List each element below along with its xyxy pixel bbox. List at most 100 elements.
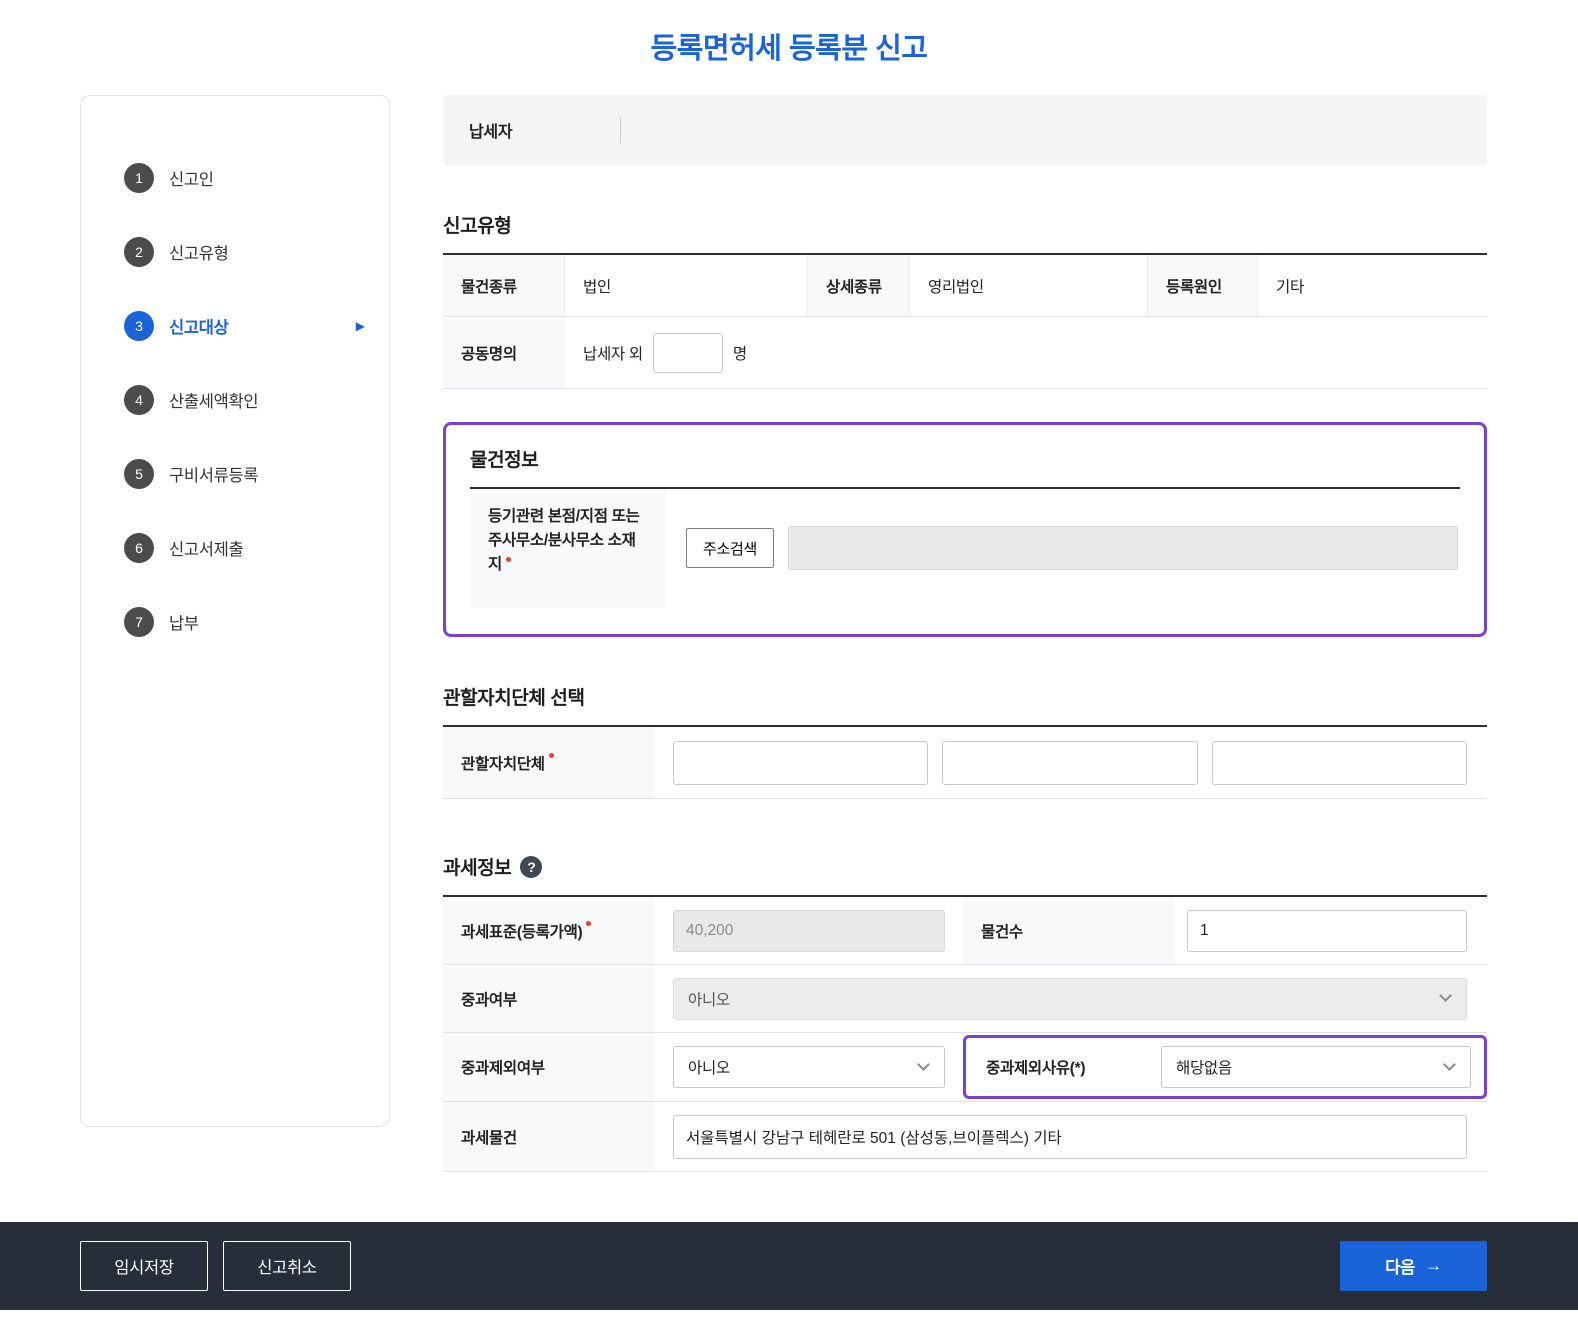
tax-info-table: 과세표준(등록가액) 물건수 중과여부 아니오 — [443, 895, 1487, 1172]
help-icon[interactable]: ? — [520, 855, 543, 878]
report-type-section-title: 신고유형 — [443, 216, 512, 237]
property-info-section-title: 물건정보 — [470, 450, 539, 471]
step-number-icon: 4 — [124, 385, 154, 415]
tax-base-label: 과세표준(등록가액) — [443, 897, 655, 964]
surtax-exclusion-select[interactable]: 아니오 — [673, 1046, 945, 1088]
step-label: 구비서류등록 — [169, 467, 259, 485]
taxable-object-field — [655, 1102, 1487, 1171]
taxpayer-bar: 납세자 — [443, 95, 1487, 165]
chevron-down-icon — [1439, 989, 1452, 1002]
joint-prefix: 납세자 외 — [583, 345, 643, 363]
address-input — [788, 526, 1458, 570]
registration-cause-label: 등록원인 — [1148, 255, 1258, 316]
district-input-3[interactable] — [1211, 740, 1467, 785]
table-row: 과세물건 — [443, 1102, 1487, 1172]
step-number-icon: 7 — [124, 607, 154, 637]
joint-suffix: 명 — [732, 345, 747, 363]
object-count-label: 물건수 — [963, 897, 1175, 964]
tax-base-label-text: 과세표준(등록가액) — [461, 923, 583, 941]
bottom-action-bar: 임시저장 신고취소 다음 → — [0, 1222, 1578, 1310]
step-label: 신고대상 — [169, 319, 229, 337]
district-input-1[interactable] — [673, 740, 929, 785]
detail-kind-value: 영리법인 — [910, 255, 1148, 316]
required-marker — [586, 921, 592, 926]
surtax-field: 아니오 — [655, 965, 1487, 1032]
stepper-item-6[interactable]: 6 신고서제출 — [81, 511, 389, 585]
step-label: 신고유형 — [169, 245, 229, 263]
tax-base-input — [673, 909, 945, 952]
stepper-item-7[interactable]: 7 납부 — [81, 585, 389, 659]
step-number-icon: 3 — [124, 311, 154, 341]
step-number-icon: 5 — [124, 459, 154, 489]
exclusion-reason-select-value: 해당없음 — [1176, 1060, 1232, 1077]
district-fields — [655, 727, 1487, 798]
stepper-item-3-active[interactable]: 3 신고대상 ▶ — [81, 289, 389, 363]
chevron-down-icon — [1443, 1057, 1456, 1071]
cancel-report-button[interactable]: 신고취소 — [223, 1241, 351, 1291]
content: 1 신고인 2 신고유형 3 신고대상 ▶ 4 산출세액확인 5 구비서류등록 … — [0, 95, 1578, 1222]
exclusion-reason-group: 중과제외사유(*) 해당없음 — [963, 1035, 1487, 1099]
stepper-item-1[interactable]: 1 신고인 — [81, 141, 389, 215]
page-title: 등록면허세 등록분 신고 — [650, 33, 928, 65]
next-button[interactable]: 다음 → — [1340, 1241, 1487, 1291]
surtax-label: 중과여부 — [443, 965, 655, 1032]
district-input-2[interactable] — [942, 740, 1198, 785]
property-info-highlight-box: 물건정보 등기관련 본점/지점 또는 주사무소/분사무소 소재지 주소검색 — [443, 422, 1487, 637]
tax-info-title-text: 과세정보 — [443, 858, 512, 879]
taxpayer-label: 납세자 — [469, 124, 513, 141]
step-number-icon: 2 — [124, 237, 154, 267]
taxable-object-label: 과세물건 — [443, 1102, 655, 1171]
stepper: 1 신고인 2 신고유형 3 신고대상 ▶ 4 산출세액확인 5 구비서류등록 … — [80, 95, 390, 1127]
registered-address-label: 등기관련 본점/지점 또는 주사무소/분사무소 소재지 — [470, 489, 666, 607]
table-row: 물건종류 법인 상세종류 영리법인 등록원인 기타 — [443, 255, 1487, 317]
taxable-object-input[interactable] — [673, 1114, 1467, 1159]
table-row: 중과여부 아니오 — [443, 965, 1487, 1033]
registered-address-field: 주소검색 — [666, 489, 1460, 607]
surtax-exclusion-field: 아니오 — [655, 1033, 963, 1101]
district-table: 관할자치단체 — [443, 725, 1487, 799]
main-form: 납세자 신고유형 물건종류 법인 상세종류 영리법인 등록원인 기타 공동명의 — [443, 95, 1487, 1222]
district-section-title: 관할자치단체 선택 — [443, 688, 585, 709]
required-marker — [505, 557, 511, 563]
table-row: 등기관련 본점/지점 또는 주사무소/분사무소 소재지 주소검색 — [470, 489, 1460, 607]
surtax-select-value: 아니오 — [688, 991, 730, 1009]
exclusion-reason-highlight-box: 중과제외사유(*) 해당없음 — [963, 1033, 1487, 1101]
joint-count-input[interactable] — [652, 332, 723, 373]
next-button-label: 다음 — [1385, 1259, 1416, 1277]
tax-info-section-title: 과세정보 ? — [443, 853, 1487, 880]
registered-address-label-text: 등기관련 본점/지점 또는 주사무소/분사무소 소재지 — [488, 508, 640, 574]
address-search-button[interactable]: 주소검색 — [686, 528, 775, 568]
stepper-item-2[interactable]: 2 신고유형 — [81, 215, 389, 289]
exclusion-reason-label: 중과제외사유(*) — [986, 1060, 1086, 1077]
report-type-table: 물건종류 법인 상세종류 영리법인 등록원인 기타 공동명의 납세자 외 명 — [443, 253, 1487, 389]
table-row: 중과제외여부 아니오 중과제외사유(*) 해당없음 — [443, 1033, 1487, 1102]
surtax-exclusion-select-value: 아니오 — [688, 1060, 730, 1077]
active-step-arrow-icon: ▶ — [355, 319, 365, 333]
required-marker — [548, 753, 554, 758]
exclusion-reason-select[interactable]: 해당없음 — [1161, 1046, 1471, 1088]
district-label: 관할자치단체 — [443, 727, 655, 798]
detail-kind-label: 상세종류 — [808, 255, 910, 316]
property-kind-value: 법인 — [565, 255, 808, 316]
object-count-input[interactable] — [1187, 909, 1467, 952]
step-number-icon: 6 — [124, 533, 154, 563]
step-label: 납부 — [169, 615, 199, 633]
registration-cause-value: 기타 — [1276, 278, 1304, 296]
object-count-field — [1175, 897, 1487, 964]
surtax-exclusion-label: 중과제외여부 — [443, 1033, 655, 1101]
stepper-item-4[interactable]: 4 산출세액확인 — [81, 363, 389, 437]
step-number-icon: 1 — [124, 163, 154, 193]
surtax-select: 아니오 — [673, 977, 1467, 1020]
chevron-down-icon — [917, 1057, 930, 1071]
temp-save-button[interactable]: 임시저장 — [80, 1241, 208, 1291]
joint-ownership-value: 납세자 외 명 — [565, 317, 1487, 388]
joint-ownership-label: 공동명의 — [443, 317, 565, 388]
tax-base-field — [655, 897, 963, 964]
arrow-right-icon: → — [1425, 1256, 1442, 1275]
stepper-item-5[interactable]: 5 구비서류등록 — [81, 437, 389, 511]
page: 등록면허세 등록분 신고 1 신고인 2 신고유형 3 신고대상 ▶ 4 산출세… — [0, 0, 1578, 1318]
property-info-table: 등기관련 본점/지점 또는 주사무소/분사무소 소재지 주소검색 — [470, 487, 1460, 607]
district-label-text: 관할자치단체 — [461, 755, 545, 773]
property-kind-label: 물건종류 — [443, 255, 565, 316]
taxpayer-divider — [620, 117, 621, 143]
